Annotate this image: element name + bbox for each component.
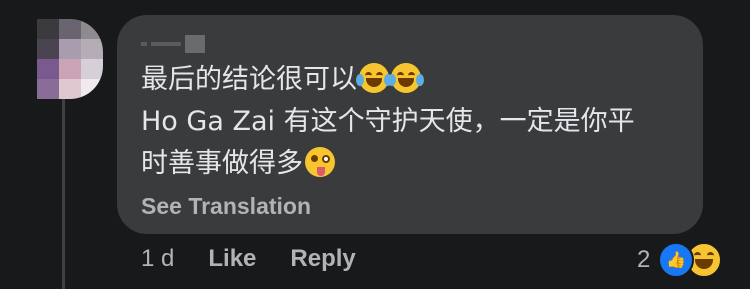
reactions-summary[interactable]: 2 👍	[637, 242, 723, 278]
thread-line	[62, 96, 65, 289]
avatar[interactable]	[37, 19, 103, 99]
reply-button[interactable]: Reply	[290, 245, 355, 273]
like-button[interactable]: Like	[208, 245, 256, 273]
comment-line: Ho Ga Zai 有这个守护天使，一定是你平	[141, 101, 701, 143]
comment-timestamp[interactable]: 1 d	[141, 245, 174, 273]
author-name-redacted[interactable]	[141, 34, 261, 54]
reaction-count: 2	[637, 246, 651, 273]
tears-of-joy-emoji-icon	[356, 63, 392, 93]
comment-text: 最后的结论很可以 Ho Ga Zai 有这个守护天使，一定是你平 时善事做得多	[141, 59, 701, 185]
comment-line: 时善事做得多	[141, 143, 701, 185]
comment-line-text: 最后的结论很可以	[141, 64, 357, 95]
tears-of-joy-emoji-icon	[388, 63, 424, 93]
comment-line-text: 时善事做得多	[141, 148, 303, 179]
comment-line-text: Ho Ga Zai 有这个守护天使，一定是你平	[141, 106, 635, 137]
like-reaction-icon: 👍	[658, 242, 695, 278]
comment-line: 最后的结论很可以	[141, 59, 701, 101]
see-translation-link[interactable]: See Translation	[141, 193, 311, 220]
comment-actions: 1 d Like Reply	[141, 245, 356, 273]
winking-tongue-emoji-icon	[305, 147, 335, 177]
